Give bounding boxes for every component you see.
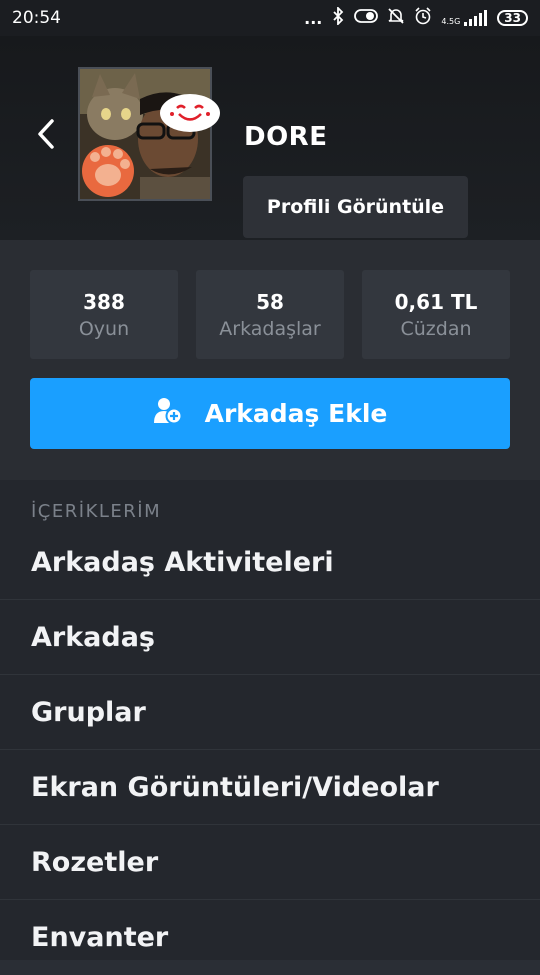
status-icons: ... 4.5G 33 [304,5,528,29]
menu-item-label: Gruplar [31,696,146,728]
clock: 20:54 [12,8,61,28]
stat-friends[interactable]: 58 Arkadaşlar [196,270,344,359]
view-profile-label: Profili Görüntüle [266,196,445,218]
stat-wallet[interactable]: 0,61 TL Cüzdan [362,270,510,359]
username: DORE [244,122,328,152]
stat-label: Arkadaşlar [219,317,321,340]
view-profile-button[interactable]: Profili Görüntüle [243,176,468,238]
signal-icon: 4.5G [441,10,488,26]
bluetooth-icon [331,5,345,29]
back-arrow-icon [36,118,56,154]
add-friend-button[interactable]: Arkadaş Ekle [30,378,510,449]
battery-level: 33 [504,11,521,25]
stat-games[interactable]: 388 Oyun [30,270,178,359]
menu-item-label: Ekran Görüntüleri/Videolar [31,771,439,803]
back-button[interactable] [34,118,58,154]
menu-item-label: Rozetler [31,846,159,878]
stat-value: 58 [256,289,284,314]
section-title: İÇERİKLERİM [31,501,162,522]
add-friend-label: Arkadaş Ekle [204,399,388,428]
menu-item-friend-activity[interactable]: Arkadaş Aktiviteleri [0,525,540,600]
notification-dots: ... [304,8,323,28]
menu-item-badges[interactable]: Rozetler [0,825,540,900]
menu-item-label: Arkadaş Aktiviteleri [31,546,334,578]
stat-value: 0,61 TL [394,289,478,314]
menu-item-label: Envanter [31,922,169,953]
stat-value: 388 [83,289,125,314]
menu-item-label: Arkadaş [31,621,156,653]
mute-icon [387,7,405,29]
network-type-label: 4.5G [441,17,461,26]
avatar-image [80,69,210,199]
status-bar: 20:54 ... 4.5G 33 [0,0,540,36]
stat-label: Cüzdan [400,317,472,340]
battery-icon: 33 [497,10,528,26]
menu-item-inventory[interactable]: Envanter [0,900,540,975]
alarm-icon [414,7,432,29]
emoticon-badge [160,94,220,132]
profile-header: DORE Profili Görüntüle [0,36,540,240]
avatar[interactable] [78,67,212,201]
stats-section: 388 Oyun 58 Arkadaşlar 0,61 TL Cüzdan Ar… [0,240,540,480]
menu-item-friends[interactable]: Arkadaş [0,600,540,675]
stat-label: Oyun [78,317,130,340]
add-user-icon [153,396,183,432]
toggle-icon [354,8,379,28]
menu-item-groups[interactable]: Gruplar [0,675,540,750]
menu-item-screenshots-videos[interactable]: Ekran Görüntüleri/Videolar [0,750,540,825]
smile-emoticon-icon [170,104,210,121]
content-list: İÇERİKLERİM Arkadaş Aktiviteleri Arkadaş… [0,480,540,960]
